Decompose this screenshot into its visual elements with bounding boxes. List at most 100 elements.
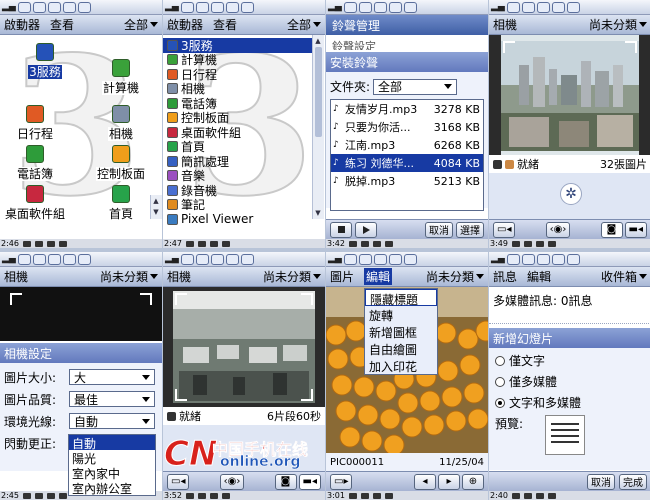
phone-icon[interactable] xyxy=(196,253,209,265)
keyboard-icon[interactable] xyxy=(22,240,31,247)
stop-button[interactable] xyxy=(330,221,352,238)
bluetooth-icon[interactable] xyxy=(197,492,206,499)
envelope-icon[interactable] xyxy=(344,253,357,265)
cancel-button[interactable]: 取消 xyxy=(587,473,615,490)
sound-icon[interactable] xyxy=(46,240,55,247)
envelope-icon[interactable] xyxy=(181,1,194,13)
radio-icon[interactable] xyxy=(495,376,505,387)
cube-icon[interactable] xyxy=(78,253,91,265)
camera-icon[interactable] xyxy=(211,1,224,13)
cube-icon[interactable] xyxy=(567,253,580,265)
window-icon[interactable] xyxy=(63,1,76,13)
bluetooth-icon[interactable] xyxy=(197,240,206,247)
scroll-up-icon[interactable]: ▲ xyxy=(314,37,322,45)
phone-icon[interactable] xyxy=(522,253,535,265)
phone-icon[interactable] xyxy=(359,253,372,265)
table-row[interactable]: ♪ 友情岁月.mp3 3278 KB xyxy=(331,100,483,118)
keyboard-icon[interactable] xyxy=(511,492,520,499)
bluetooth-icon[interactable] xyxy=(34,492,43,499)
next-button[interactable]: ▸ xyxy=(438,473,460,490)
viewfinder[interactable] xyxy=(0,287,162,341)
table-row[interactable]: ♪ 只要为你活... 3168 KB xyxy=(331,118,483,136)
launcher-item-2[interactable]: 日行程 xyxy=(0,105,70,142)
phone-icon[interactable] xyxy=(196,1,209,13)
cube-icon[interactable] xyxy=(241,1,254,13)
phone-icon[interactable] xyxy=(33,253,46,265)
keyboard-icon[interactable] xyxy=(348,240,357,247)
window-icon[interactable] xyxy=(226,253,239,265)
setting-select[interactable]: 自動 xyxy=(69,413,155,429)
play-button[interactable] xyxy=(355,221,377,238)
dropdown-option[interactable]: 陽光 xyxy=(69,450,155,466)
radio-icon[interactable] xyxy=(495,355,505,366)
sound-icon[interactable] xyxy=(209,240,218,247)
sound-icon[interactable] xyxy=(209,492,218,499)
photo-mode-button[interactable]: ◙ xyxy=(600,221,623,238)
scroll-arrows[interactable]: ▲ ▼ xyxy=(150,195,162,219)
window-icon[interactable] xyxy=(389,253,402,265)
dropdown-option[interactable]: 室內辦公室 xyxy=(69,480,155,496)
select-button[interactable]: 選擇 xyxy=(456,221,484,238)
menu-item[interactable]: 隱藏標題 xyxy=(365,289,437,307)
keyboard-icon[interactable] xyxy=(511,240,520,247)
cube-icon[interactable] xyxy=(78,1,91,13)
menu-camera[interactable]: 相機 xyxy=(493,16,517,33)
window-icon[interactable] xyxy=(552,1,565,13)
slideshow-button[interactable]: ▭▸ xyxy=(330,473,353,490)
bluetooth-icon[interactable] xyxy=(34,240,43,247)
launcher-item-4[interactable]: 電話簿 xyxy=(0,145,70,182)
menu-item[interactable]: 新增圖框 xyxy=(365,323,437,340)
envelope-icon[interactable] xyxy=(507,253,520,265)
menu-edit[interactable]: 編輯 xyxy=(527,268,551,285)
cube-icon[interactable] xyxy=(404,253,417,265)
dropdown-option[interactable]: 自動 xyxy=(69,435,155,451)
viewfinder[interactable] xyxy=(489,35,650,155)
envelope-icon[interactable] xyxy=(18,253,31,265)
menu-item[interactable]: 自由繪圖 xyxy=(365,340,437,357)
category-selector[interactable]: 尚未分類 xyxy=(100,268,158,285)
table-row[interactable]: ♪ 江南.mp3 6268 KB xyxy=(331,136,483,154)
window-icon[interactable] xyxy=(389,1,402,13)
list-item[interactable]: 筆記 xyxy=(163,198,315,212)
camera-icon[interactable] xyxy=(48,253,61,265)
menu-picture[interactable]: 圖片 xyxy=(330,268,354,285)
table-row[interactable]: ♪ 脱掉.mp3 5213 KB xyxy=(331,172,483,190)
scroll-thumb[interactable] xyxy=(315,47,322,137)
menu-camera[interactable]: 相機 xyxy=(4,268,28,285)
window-icon[interactable] xyxy=(552,253,565,265)
menu-launcher[interactable]: 啟動器 xyxy=(167,16,203,33)
keyboard-icon[interactable] xyxy=(22,492,31,499)
shutter-icon[interactable]: ✲ xyxy=(560,183,582,205)
menu-item[interactable]: 加入印花 xyxy=(365,357,437,374)
done-button[interactable]: 完成 xyxy=(619,473,647,490)
category-selector[interactable]: 尚未分類 xyxy=(589,16,647,33)
dropdown-option[interactable]: 室內家中 xyxy=(69,465,155,481)
radio-option[interactable]: 僅多媒體 xyxy=(495,373,645,390)
bluetooth-icon[interactable] xyxy=(523,492,532,499)
folder-select[interactable]: 全部 xyxy=(373,78,458,95)
keyboard-icon[interactable] xyxy=(185,240,194,247)
category-selector[interactable]: 尚未分類 xyxy=(263,268,321,285)
phone-icon[interactable] xyxy=(522,1,535,13)
zoom-button[interactable]: ‹◉› xyxy=(545,221,571,238)
menu-item[interactable]: 旋轉 xyxy=(365,306,437,323)
scroll-up-icon[interactable]: ▲ xyxy=(152,197,160,205)
keyboard-icon[interactable] xyxy=(185,492,194,499)
launcher-item-7[interactable]: 首頁 xyxy=(86,185,156,222)
bluetooth-icon[interactable] xyxy=(523,240,532,247)
camera-icon[interactable] xyxy=(48,1,61,13)
launcher-item-0[interactable]: 3服務 xyxy=(10,43,80,80)
camera-icon[interactable] xyxy=(374,1,387,13)
bluetooth-icon[interactable] xyxy=(360,492,369,499)
table-row[interactable]: ♪ 练习 刘德华... 4084 KB xyxy=(331,154,483,172)
setting-select[interactable]: 最佳 xyxy=(69,391,155,407)
sound-icon[interactable] xyxy=(46,492,55,499)
menu-camera[interactable]: 相機 xyxy=(167,268,191,285)
camera-icon[interactable] xyxy=(537,1,550,13)
envelope-icon[interactable] xyxy=(344,1,357,13)
radio-option[interactable]: 僅文字 xyxy=(495,352,645,369)
phone-icon[interactable] xyxy=(33,1,46,13)
launcher-item-3[interactable]: 相機 xyxy=(86,105,156,142)
window-icon[interactable] xyxy=(226,1,239,13)
cube-icon[interactable] xyxy=(404,1,417,13)
